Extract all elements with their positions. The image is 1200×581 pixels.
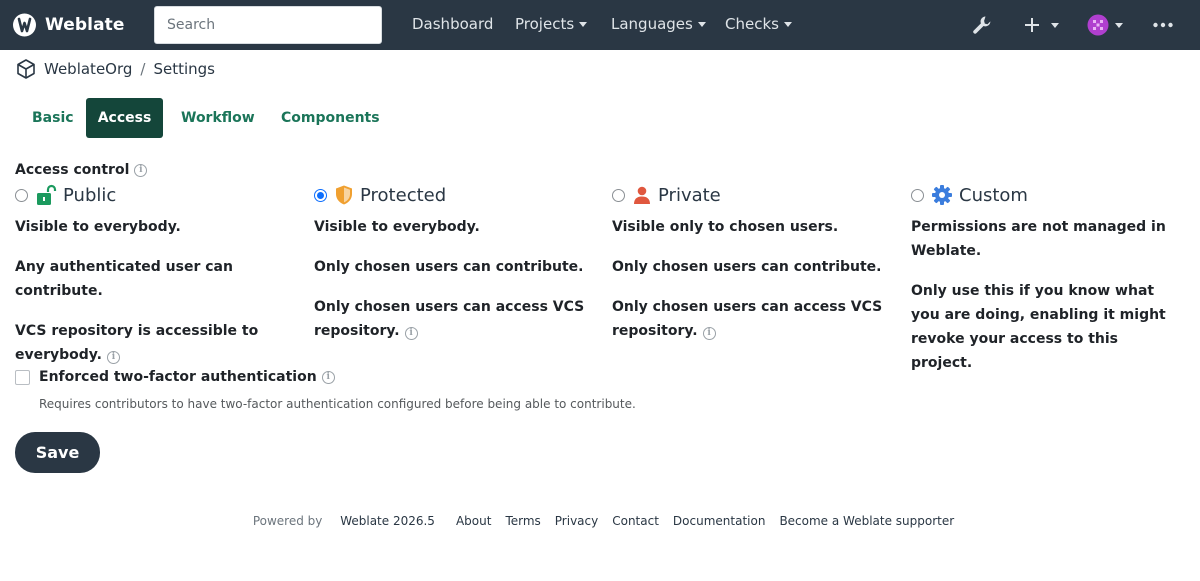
shield-icon: [334, 184, 354, 206]
info-icon[interactable]: i: [404, 327, 418, 340]
nav-projects-label: Projects: [515, 15, 575, 33]
option-line: Permissions are not managed in Weblate.: [911, 219, 1166, 259]
option-line-text: Only chosen users can access VCS reposit…: [612, 299, 883, 339]
access-option-private: Private Visible only to chosen users. On…: [612, 183, 892, 343]
chevron-down-icon: [783, 21, 792, 27]
breadcrumb-current-page: Settings: [153, 60, 215, 78]
nav-checks-label: Checks: [725, 15, 779, 33]
tab-workflow[interactable]: Workflow: [166, 98, 270, 138]
two-factor-label-text: Enforced two-factor authentication: [39, 369, 317, 385]
access-control-text: Access control: [15, 162, 130, 178]
brand-name: Weblate: [45, 15, 125, 35]
footer-link-contact[interactable]: Contact: [612, 514, 659, 528]
access-option-title: Custom: [959, 184, 1028, 206]
nav-dashboard[interactable]: Dashboard: [412, 15, 493, 33]
option-line: Any authenticated user can contribute.: [15, 259, 233, 299]
access-option-title: Protected: [360, 184, 447, 206]
option-line-text: Only chosen users can access VCS reposit…: [314, 299, 585, 339]
access-radio-public[interactable]: [15, 188, 28, 202]
plus-icon: [1025, 18, 1039, 32]
project-cube-icon: [17, 59, 35, 79]
info-icon[interactable]: i: [134, 163, 148, 177]
footer-link-privacy[interactable]: Privacy: [555, 514, 598, 528]
option-line-text: VCS repository is accessible to everybod…: [15, 323, 259, 363]
info-icon[interactable]: i: [321, 370, 335, 384]
option-line: VCS repository is accessible to everybod…: [15, 319, 295, 367]
two-factor-label[interactable]: Enforced two-factor authentication i: [39, 369, 335, 385]
option-line: Only chosen users can contribute.: [612, 259, 882, 275]
footer-link-supporter[interactable]: Become a Weblate supporter: [779, 514, 954, 528]
breadcrumb: WeblateOrg / Settings: [15, 58, 215, 80]
nav-dashboard-label: Dashboard: [412, 15, 494, 33]
access-option-title: Private: [658, 184, 721, 206]
nav-languages-dropdown[interactable]: Languages: [611, 15, 706, 33]
access-control-label: Access control i: [15, 162, 148, 178]
option-line: Visible only to chosen users.: [612, 219, 839, 235]
two-factor-field: Enforced two-factor authentication i: [15, 369, 335, 385]
breadcrumb-project-link[interactable]: WeblateOrg: [44, 60, 132, 78]
two-factor-help-text: Requires contributors to have two-factor…: [39, 397, 636, 411]
access-option-public: Public Visible to everybody. Any authent…: [15, 183, 295, 367]
footer-link-about[interactable]: About: [456, 514, 491, 528]
access-option-description: Visible to everybody. Only chosen users …: [314, 215, 594, 343]
footer-version-link[interactable]: Weblate 2026.5: [340, 514, 435, 528]
chevron-down-icon: [579, 21, 588, 27]
tab-access[interactable]: Access: [86, 98, 163, 138]
unlock-icon: [35, 184, 57, 206]
brand-link[interactable]: Weblate: [11, 12, 125, 38]
access-option-description: Visible to everybody. Any authenticated …: [15, 215, 295, 367]
nav-projects-dropdown[interactable]: Projects: [515, 15, 588, 33]
two-factor-checkbox[interactable]: [15, 369, 30, 385]
info-icon[interactable]: i: [702, 327, 716, 340]
wrench-icon[interactable]: [971, 14, 993, 36]
access-radio-protected[interactable]: [314, 188, 327, 202]
chevron-down-icon: [1051, 22, 1059, 28]
gear-icon: [931, 184, 953, 206]
footer-powered-by-text: Powered by: [252, 514, 323, 528]
option-line: Visible to everybody.: [15, 219, 181, 235]
chevron-down-icon: [697, 21, 706, 27]
nav-languages-label: Languages: [611, 15, 693, 33]
nav-checks-dropdown[interactable]: Checks: [725, 15, 792, 33]
access-radio-private[interactable]: [612, 188, 625, 202]
option-line: Only chosen users can access VCS reposit…: [612, 295, 892, 343]
breadcrumb-separator: /: [140, 60, 146, 78]
top-navbar: Weblate Dashboard Projects Languages Che…: [0, 0, 1200, 50]
user-menu-button[interactable]: [1087, 14, 1123, 36]
info-icon[interactable]: i: [106, 351, 120, 364]
option-line: Only chosen users can contribute.: [314, 259, 584, 275]
weblate-logo-icon: [13, 13, 36, 37]
footer-powered-by: Powered by Weblate 2026.5: [246, 514, 442, 528]
footer-link-documentation[interactable]: Documentation: [673, 514, 766, 528]
access-option-custom: Custom Permissions are not managed in We…: [911, 183, 1191, 375]
chevron-down-icon: [1115, 22, 1123, 28]
tab-components[interactable]: Components: [266, 98, 395, 138]
access-option-title: Public: [63, 184, 117, 206]
footer: Powered by Weblate 2026.5 About Terms Pr…: [0, 514, 1200, 528]
add-menu-button[interactable]: [1022, 14, 1059, 36]
access-option-protected: Protected Visible to everybody. Only cho…: [314, 183, 594, 343]
more-icon[interactable]: [1152, 14, 1174, 36]
option-line: Visible to everybody.: [314, 219, 480, 235]
access-option-description: Visible only to chosen users. Only chose…: [612, 215, 892, 343]
access-radio-custom[interactable]: [911, 188, 924, 202]
avatar: [1087, 14, 1109, 36]
footer-link-terms[interactable]: Terms: [505, 514, 540, 528]
save-button[interactable]: Save: [15, 432, 100, 473]
user-icon: [632, 184, 652, 206]
access-option-description: Permissions are not managed in Weblate. …: [911, 215, 1171, 375]
tab-basic[interactable]: Basic: [17, 98, 89, 138]
search-input[interactable]: [154, 6, 382, 44]
option-line: Only chosen users can access VCS reposit…: [314, 295, 594, 343]
option-line: Only use this if you know what you are d…: [911, 283, 1166, 371]
